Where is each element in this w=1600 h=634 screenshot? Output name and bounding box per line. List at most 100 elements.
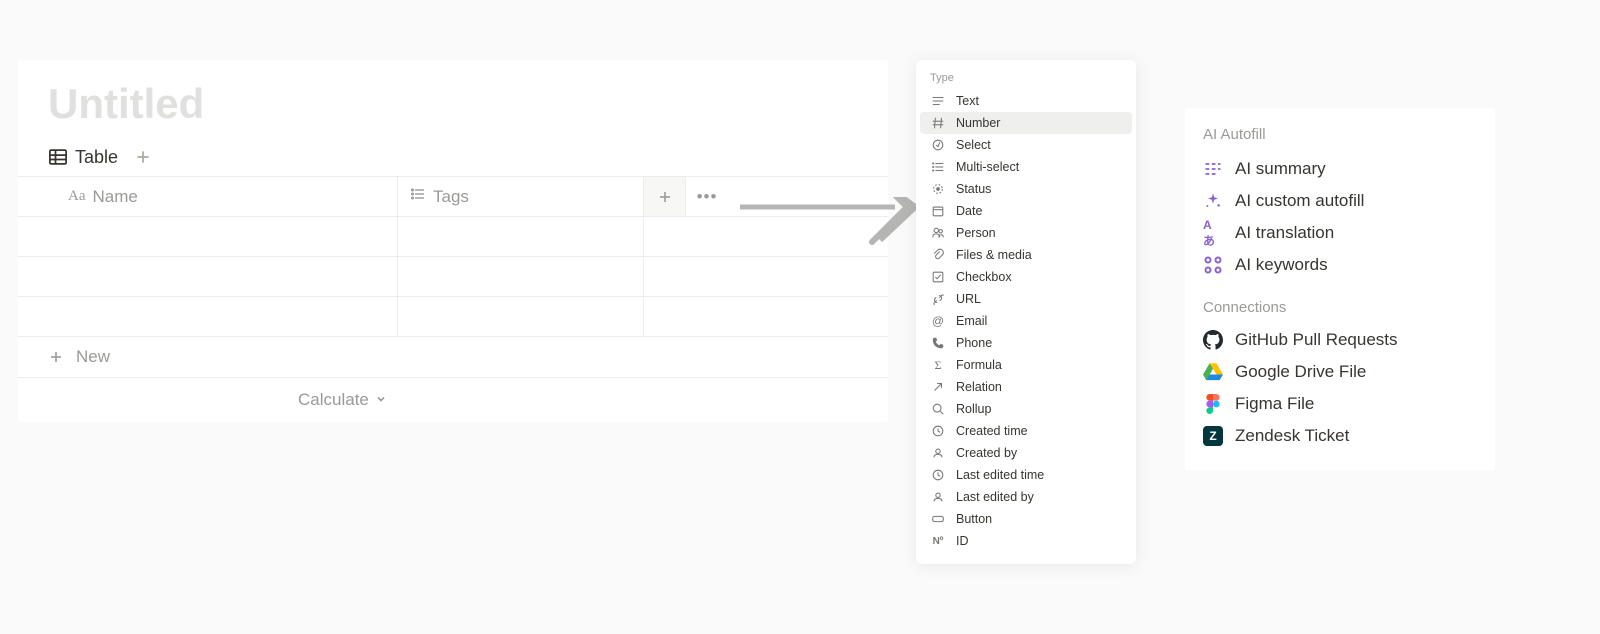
type-option-number[interactable]: Number [920,112,1132,134]
chevron-down-icon [375,390,387,410]
calculate-row: Calculate [18,378,888,422]
ai-option-summary[interactable]: AI summary [1195,153,1485,185]
translation-icon: Aあ [1203,223,1223,243]
type-option-multi-select[interactable]: Multi-select [920,156,1132,178]
connections-header: Connections [1195,281,1485,324]
title-property-icon: Aa [68,188,86,205]
type-option-label: Multi-select [956,160,1019,174]
type-option-button[interactable]: Button [920,508,1132,530]
type-option-rollup[interactable]: Rollup [920,398,1132,420]
tab-table[interactable]: Table [48,147,118,168]
type-option-label: URL [956,292,981,306]
type-option-label: Checkbox [956,270,1012,284]
type-option-label: Select [956,138,991,152]
type-option-label: Email [956,314,987,328]
keywords-icon [1203,255,1223,275]
rollup-icon [930,401,946,417]
add-column-button[interactable] [644,177,686,216]
checkbox-icon [930,269,946,285]
table-row[interactable] [18,257,888,297]
created-time-icon [930,423,946,439]
type-option-label: Status [956,182,991,196]
type-option-relation[interactable]: Relation [920,376,1132,398]
connection-label: GitHub Pull Requests [1235,330,1398,350]
type-option-text[interactable]: Text [920,90,1132,112]
last-edited-time-icon [930,467,946,483]
ai-option-label: AI keywords [1235,255,1328,275]
id-icon: Nº [930,533,946,549]
connection-zendesk[interactable]: ZZendesk Ticket [1195,420,1485,452]
ai-option-label: AI translation [1235,223,1334,243]
connection-label: Google Drive File [1235,362,1366,382]
add-view-button[interactable] [132,146,154,168]
type-option-label: Relation [956,380,1002,394]
ai-option-custom[interactable]: AI custom autofill [1195,185,1485,217]
summary-icon [1203,159,1223,179]
ai-autofill-header: AI Autofill [1195,126,1485,153]
type-option-date[interactable]: Date [920,200,1132,222]
tab-label: Table [75,147,118,168]
type-option-label: Last edited time [956,468,1044,482]
type-option-email[interactable]: @ Email [920,310,1132,332]
page-title[interactable]: Untitled [18,80,888,146]
type-option-label: Number [956,116,1000,130]
type-option-formula[interactable]: ΣFormula [920,354,1132,376]
type-option-id[interactable]: Nº ID [920,530,1132,552]
column-name[interactable]: Aa Name [18,177,398,216]
type-option-label: Button [956,512,992,526]
connection-github[interactable]: GitHub Pull Requests [1195,324,1485,356]
type-option-label: Created time [956,424,1028,438]
relation-icon [930,379,946,395]
type-option-checkbox[interactable]: Checkbox [920,266,1132,288]
database-panel: Untitled Table Aa Name [18,60,888,422]
ai-option-keywords[interactable]: AI keywords [1195,249,1485,281]
connection-label: Zendesk Ticket [1235,426,1349,446]
column-label: Name [93,187,138,207]
type-option-select[interactable]: Select [920,134,1132,156]
ai-option-translation[interactable]: Aあ AI translation [1195,217,1485,249]
type-option-label: Phone [956,336,992,350]
date-icon [930,203,946,219]
text-icon [930,93,946,109]
gdrive-icon [1203,362,1223,382]
type-option-status[interactable]: Status [920,178,1132,200]
property-type-menu: Type TextNumberSelectMulti-selectStatusD… [916,60,1136,564]
new-row-button[interactable]: New [18,337,888,378]
connection-figma[interactable]: Figma File [1195,388,1485,420]
type-option-label: Date [956,204,982,218]
type-option-label: Created by [956,446,1017,460]
type-option-last-edited-time[interactable]: Last edited time [920,464,1132,486]
table-row[interactable] [18,297,888,337]
table-icon [48,147,68,167]
type-option-files-media[interactable]: Files & media [920,244,1132,266]
select-icon [930,137,946,153]
type-option-last-edited-by[interactable]: Last edited by [920,486,1132,508]
type-option-label: Text [956,94,979,108]
person-icon [930,225,946,241]
type-option-label: Files & media [956,248,1032,262]
type-option-url[interactable]: URL [920,288,1132,310]
calculate-label: Calculate [298,390,369,410]
table-row[interactable] [18,217,888,257]
connection-label: Figma File [1235,394,1314,414]
email-icon: @ [930,313,946,329]
url-icon [930,291,946,307]
type-option-label: ID [956,534,969,548]
files-media-icon [930,247,946,263]
type-option-created-by[interactable]: Created by [920,442,1132,464]
column-tags[interactable]: Tags [398,177,644,216]
calculate-button[interactable]: Calculate [298,390,387,410]
column-label: Tags [433,187,469,207]
connection-gdrive[interactable]: Google Drive File [1195,356,1485,388]
view-tabs: Table [18,146,888,176]
number-icon [930,115,946,131]
type-option-created-time[interactable]: Created time [920,420,1132,442]
type-option-person[interactable]: Person [920,222,1132,244]
button-icon [930,511,946,527]
multi-select-icon [930,159,946,175]
table-options-button[interactable]: ••• [686,177,728,216]
multiselect-icon [410,186,426,207]
type-option-phone[interactable]: Phone [920,332,1132,354]
type-option-label: Rollup [956,402,991,416]
figma-icon [1203,394,1223,414]
